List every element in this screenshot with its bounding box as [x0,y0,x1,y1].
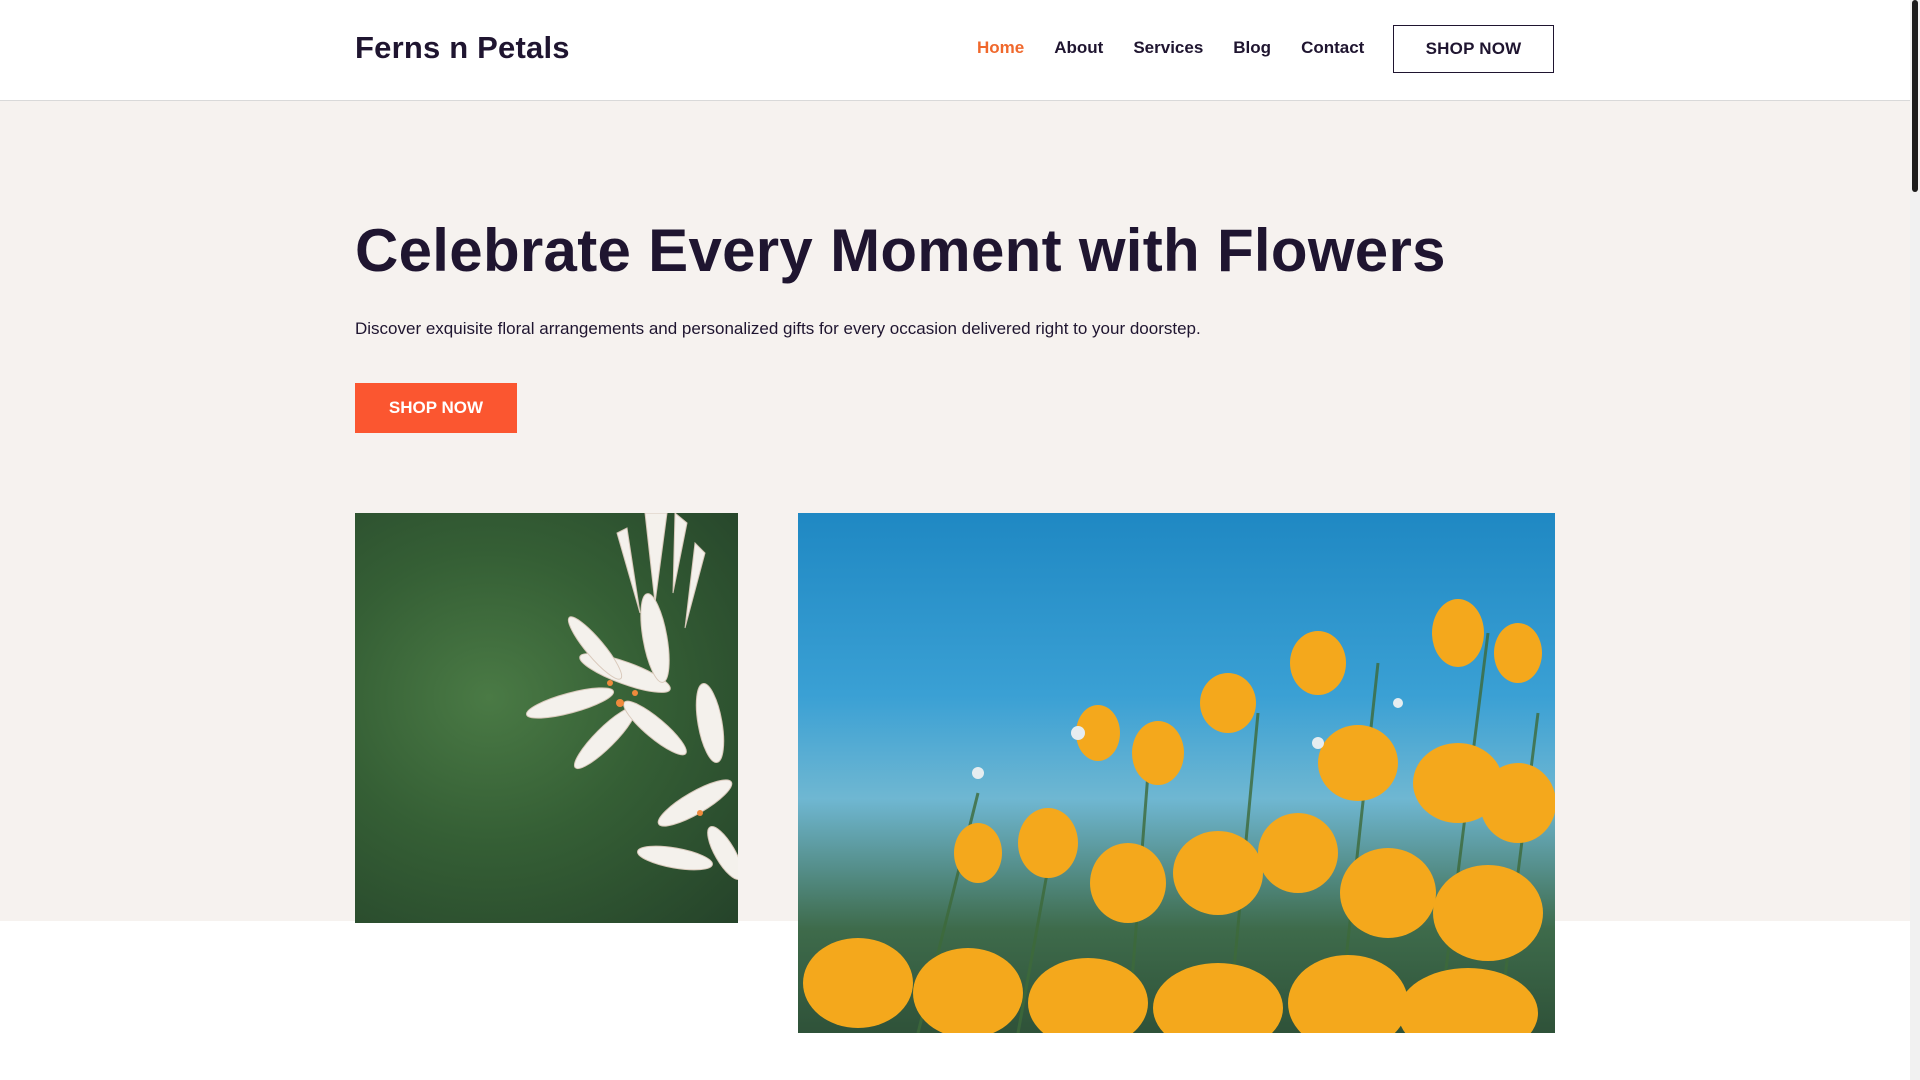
main-nav: Home About Services Blog Contact [977,38,1394,58]
white-lily-illustration [525,513,738,880]
site-logo[interactable]: Ferns n Petals [355,30,570,66]
white-lily-image [355,513,738,923]
nav-services[interactable]: Services [1133,38,1203,58]
hero-subtitle: Discover exquisite floral arrangements a… [355,319,1201,338]
nav-about[interactable]: About [1054,38,1103,58]
site-header: Ferns n Petals Home About Services Blog … [0,0,1910,101]
scrollbar-thumb[interactable] [1912,0,1918,192]
nav-blog[interactable]: Blog [1233,38,1271,58]
nav-contact[interactable]: Contact [1301,38,1364,58]
poppy-field-illustration [803,599,1555,1033]
poppy-field-image [798,513,1555,1033]
page-scrollbar[interactable] [1910,0,1920,1080]
hero-title: Celebrate Every Moment with Flowers [355,217,1446,284]
nav-home[interactable]: Home [977,38,1024,58]
header-shop-now-button[interactable]: SHOP NOW [1393,25,1554,73]
hero-shop-now-button[interactable]: SHOP NOW [355,383,517,433]
